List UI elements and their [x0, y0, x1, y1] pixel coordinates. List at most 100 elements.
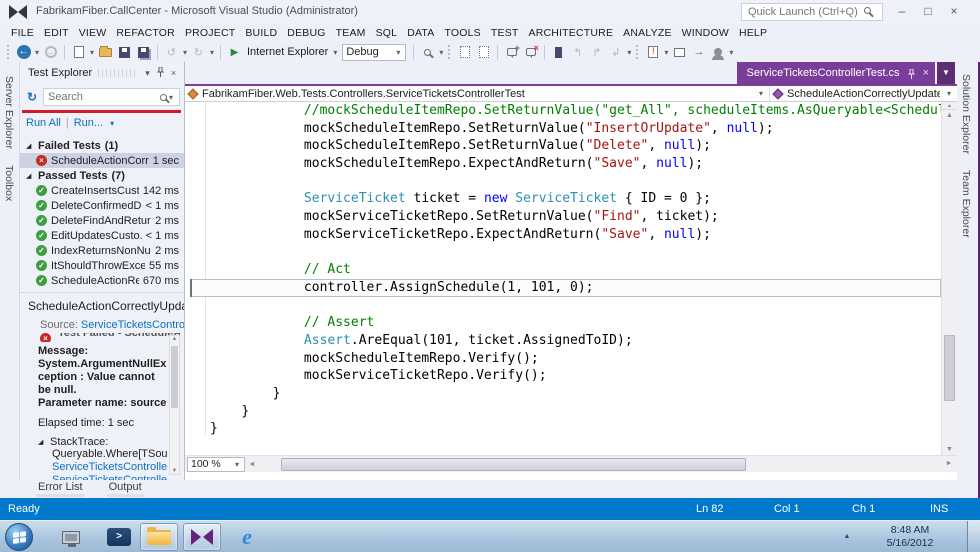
scroll-right-icon[interactable]: ►	[942, 460, 956, 467]
test-item[interactable]: ✓CreateInsertsCusto...142 ms	[20, 183, 184, 198]
menu-help[interactable]: HELP	[734, 25, 772, 41]
code-line[interactable]: }	[190, 420, 941, 438]
code-line[interactable]: mockScheduleItemRepo.SetReturnValue("Ins…	[190, 120, 941, 138]
code-line[interactable]	[190, 244, 941, 262]
test-item[interactable]: ×ScheduleActionCorre...1 sec	[20, 153, 184, 168]
new-file-dropdown[interactable]: ▾	[88, 48, 96, 57]
test-group-header[interactable]: ◢Failed Tests (1)	[20, 138, 184, 153]
show-desktop-button[interactable]	[967, 521, 980, 552]
tray-show-hidden-icons-button[interactable]: ▲	[838, 529, 856, 545]
code-line[interactable]: mockServiceTicketRepo.Verify();	[190, 367, 941, 385]
taskbar-visual-studio-button[interactable]	[183, 523, 221, 551]
test-item[interactable]: ✓ItShouldThrowExce...55 ms	[20, 258, 184, 273]
code-line[interactable]: //mockScheduleItemRepo.SetReturnValue("g…	[190, 102, 941, 120]
document-tab-active[interactable]: ServiceTicketsControllerTest.cs ×	[737, 62, 935, 84]
taskbar-server-manager-button[interactable]	[52, 523, 90, 551]
save-button[interactable]	[116, 44, 133, 61]
toolbar-grip[interactable]	[7, 45, 11, 59]
panel-options-dropdown[interactable]: ▾	[141, 68, 154, 79]
uncomment-selection-button[interactable]	[522, 44, 539, 61]
menu-analyze[interactable]: ANALYZE	[618, 25, 676, 41]
debug-target-label[interactable]: Internet Explorer	[247, 46, 328, 58]
undo-dropdown[interactable]: ▾	[181, 48, 189, 57]
scroll-up-icon[interactable]: ▲	[170, 336, 179, 342]
run-menu-link[interactable]: Run...	[74, 117, 103, 129]
bookmark-dropdown[interactable]: ▾	[625, 48, 633, 57]
document-list-dropdown[interactable]: ▼	[937, 62, 955, 84]
start-button[interactable]	[5, 523, 33, 551]
scroll-down-icon[interactable]: ▼	[942, 446, 957, 453]
code-line[interactable]: Assert.AreEqual(101, ticket.AssignedToID…	[190, 332, 941, 350]
test-group-header[interactable]: ◢Passed Tests (7)	[20, 168, 184, 183]
panel-pin-icon[interactable]	[154, 67, 167, 79]
test-item[interactable]: ✓EditUpdatesCusto...< 1 ms	[20, 228, 184, 243]
save-all-button[interactable]	[135, 44, 152, 61]
stack-frame-link[interactable]: ServiceTicketsControlle	[52, 461, 168, 474]
scrollbar-thumb[interactable]	[171, 346, 178, 408]
class-dropdown[interactable]: FabrikamFiber.Web.Tests.Controllers.Serv…	[185, 86, 770, 101]
menu-edit[interactable]: EDIT	[39, 25, 74, 41]
run-all-link[interactable]: Run All	[26, 117, 61, 129]
test-item[interactable]: ✓DeleteFindAndRetur...2 ms	[20, 213, 184, 228]
run-tests-after-build-icon[interactable]: ↻	[24, 90, 40, 104]
code-line[interactable]: ServiceTicket ticket = new ServiceTicket…	[190, 190, 941, 208]
code-line[interactable]	[190, 173, 941, 191]
menu-sql[interactable]: SQL	[371, 25, 403, 41]
test-item[interactable]: ✓DeleteConfirmedD...< 1 ms	[20, 198, 184, 213]
details-scrollbar[interactable]: ▲ ▼	[169, 335, 180, 475]
go-to-arrow-button[interactable]: →	[690, 44, 707, 61]
menu-data[interactable]: DATA	[402, 25, 439, 41]
scrollbar-thumb[interactable]	[944, 335, 955, 401]
scroll-down-icon[interactable]: ▼	[170, 468, 179, 474]
code-line[interactable]: // Assert	[190, 314, 941, 332]
previous-bookmark-button[interactable]: ↰	[569, 44, 586, 61]
side-tab-solution-explorer[interactable]: Solution Explorer	[957, 66, 975, 162]
scrollbar-thumb[interactable]	[281, 458, 746, 471]
start-debug-icon[interactable]: ▶	[226, 44, 243, 61]
test-item[interactable]: ✓ScheduleActionRet...670 ms	[20, 273, 184, 288]
solution-configuration-combo[interactable]: Debug▾	[342, 44, 406, 61]
code-line[interactable]	[190, 297, 941, 315]
clear-bookmarks-button[interactable]: ↲	[607, 44, 624, 61]
code-line[interactable]: mockServiceTicketRepo.SetReturnValue("Fi…	[190, 208, 941, 226]
toggle-bookmark-button[interactable]	[550, 44, 567, 61]
menu-team[interactable]: TEAM	[331, 25, 371, 41]
test-item[interactable]: ✓IndexReturnsNonNul...2 ms	[20, 243, 184, 258]
code-editor[interactable]: //mockScheduleItemRepo.SetReturnValue("g…	[185, 102, 941, 455]
code-line[interactable]: mockScheduleItemRepo.SetReturnValue("Del…	[190, 137, 941, 155]
code-analysis-button[interactable]	[644, 44, 661, 61]
quick-launch-input[interactable]	[741, 3, 883, 21]
find-in-files-button[interactable]	[419, 44, 436, 61]
stacktrace-header[interactable]: ◢StackTrace:	[38, 436, 168, 448]
increase-indent-button[interactable]	[475, 44, 492, 61]
menu-build[interactable]: BUILD	[240, 25, 282, 41]
scroll-left-icon[interactable]: ◄	[245, 461, 259, 468]
scroll-up-icon[interactable]: ▲	[942, 112, 957, 119]
tab-close-icon[interactable]: ×	[923, 67, 929, 79]
menu-window[interactable]: WINDOW	[677, 25, 734, 41]
bottom-tab-error-list[interactable]: Error List	[36, 481, 85, 497]
taskbar-explorer-button[interactable]	[140, 523, 178, 551]
close-button[interactable]: ×	[942, 3, 966, 21]
tab-pin-icon[interactable]	[907, 69, 916, 78]
test-explorer-header[interactable]: Test Explorer ▾ ×	[20, 62, 184, 84]
bottom-tab-output[interactable]: Output	[107, 481, 144, 497]
taskbar-clock[interactable]: 8:48 AM 5/16/2012	[870, 524, 950, 550]
profile-dropdown[interactable]: ▾	[727, 48, 735, 57]
quick-launch-search-icon[interactable]	[864, 7, 871, 14]
maximize-button[interactable]: □	[916, 3, 940, 21]
menu-view[interactable]: VIEW	[74, 25, 112, 41]
taskbar-internet-explorer-button[interactable]: e	[228, 523, 266, 551]
redo-dropdown[interactable]: ▾	[208, 48, 216, 57]
minimize-button[interactable]: –	[890, 3, 914, 21]
code-line[interactable]: mockServiceTicketRepo.ExpectAndReturn("S…	[190, 226, 941, 244]
editor-horizontal-scrollbar[interactable]	[259, 457, 943, 472]
open-file-button[interactable]	[97, 44, 114, 61]
code-line[interactable]: // Act	[190, 261, 941, 279]
undo-button[interactable]: ↺	[163, 44, 180, 61]
run-menu-dropdown-icon[interactable]: ▾	[108, 119, 116, 128]
taskbar-powershell-button[interactable]: >	[100, 523, 138, 551]
side-tab-server-explorer[interactable]: Server Explorer	[0, 68, 18, 157]
panel-close-icon[interactable]: ×	[167, 68, 180, 78]
toolbar-grip[interactable]	[636, 45, 640, 59]
